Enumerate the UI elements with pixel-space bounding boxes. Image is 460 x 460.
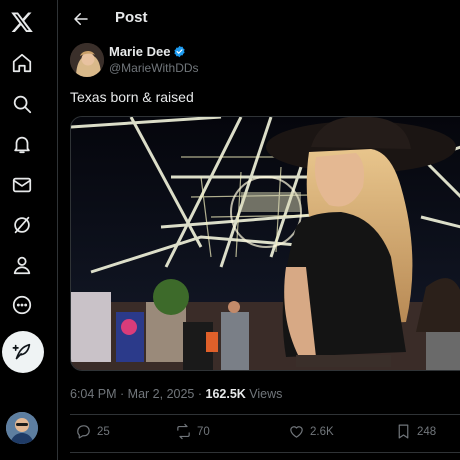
account-avatar[interactable] bbox=[6, 412, 38, 444]
home-icon[interactable] bbox=[6, 47, 38, 79]
reply-button[interactable]: 25 bbox=[75, 423, 110, 440]
post-metadata: 6:04 PM · Mar 2, 2025 · 162.5K Views bbox=[70, 387, 283, 401]
more-icon[interactable] bbox=[6, 289, 38, 321]
compose-post-button[interactable] bbox=[2, 331, 44, 373]
author-handle[interactable]: @MarieWithDDs bbox=[109, 61, 199, 75]
views-count: 162.5K bbox=[205, 387, 246, 401]
arrow-left-icon bbox=[74, 13, 88, 25]
back-button[interactable] bbox=[70, 8, 92, 30]
bookmark-icon bbox=[398, 424, 409, 439]
post-detail: Post Marie Dee @MarieWithDDs Texas born … bbox=[58, 0, 460, 460]
post-image[interactable] bbox=[70, 116, 460, 371]
heart-icon bbox=[290, 426, 303, 438]
repost-icon bbox=[177, 423, 190, 440]
compose-icon bbox=[12, 343, 31, 360]
author-avatar[interactable] bbox=[70, 43, 104, 77]
x-logo-icon[interactable] bbox=[6, 6, 38, 38]
page-header: Post bbox=[58, 0, 460, 38]
like-count: 2.6K bbox=[310, 425, 334, 438]
profile-icon[interactable] bbox=[6, 249, 38, 281]
repost-button[interactable]: 70 bbox=[175, 423, 210, 440]
author-name[interactable]: Marie Dee bbox=[109, 44, 186, 59]
grok-icon[interactable] bbox=[6, 209, 38, 241]
post-date[interactable]: Mar 2, 2025 bbox=[128, 387, 195, 401]
messages-icon[interactable] bbox=[6, 169, 38, 201]
bookmark-count: 248 bbox=[417, 425, 437, 438]
post-time[interactable]: 6:04 PM bbox=[70, 387, 117, 401]
like-button[interactable]: 2.6K bbox=[288, 423, 334, 440]
divider bbox=[70, 452, 460, 453]
bookmark-button[interactable]: 248 bbox=[395, 423, 436, 440]
page-title: Post bbox=[115, 9, 148, 26]
post-text: Texas born & raised bbox=[70, 89, 194, 105]
repost-count: 70 bbox=[197, 425, 210, 438]
reply-icon bbox=[77, 425, 90, 439]
views-label: Views bbox=[249, 387, 283, 401]
post-actions: 25 70 2.6K 248 bbox=[70, 423, 460, 445]
verified-badge-icon bbox=[174, 45, 186, 58]
notifications-icon[interactable] bbox=[6, 128, 38, 160]
sidebar-nav bbox=[0, 0, 58, 460]
divider bbox=[70, 414, 460, 415]
search-icon[interactable] bbox=[6, 88, 38, 120]
reply-count: 25 bbox=[97, 425, 110, 438]
